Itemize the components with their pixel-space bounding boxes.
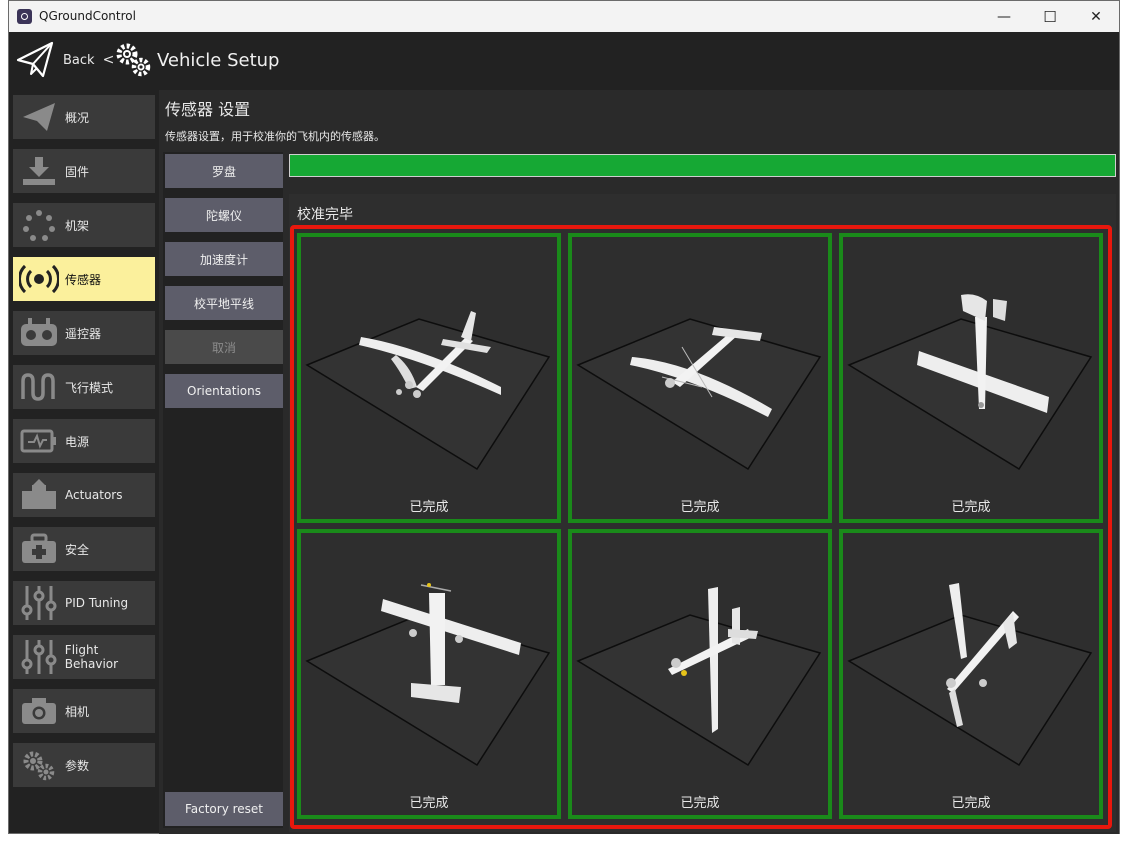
plane-right-side-image [847,583,1093,767]
sensor-subnav: 罗盘 陀螺仪 加速度计 校平地平线 取消 Orientations Factor… [163,152,283,828]
minimize-button[interactable]: — [981,1,1027,32]
app-window: QGroundControl — ☐ ✕ Back < Vehicle Setu… [8,0,1120,834]
back-button[interactable]: Back < [15,40,114,80]
sidebar-item-parameters[interactable]: 参数 [13,743,155,787]
gyro-button[interactable]: 陀螺仪 [165,198,283,232]
page-title: Vehicle Setup [157,50,280,71]
sidebar-item-label: 传感器 [65,272,102,287]
plane-left-side-image [576,587,822,767]
plane-nose-down-image [847,294,1093,471]
orientations-button[interactable]: Orientations [165,374,283,408]
orientation-status: 已完成 [951,500,991,515]
radio-icon [17,311,61,355]
medkit-icon [17,527,61,571]
sidebar-item-flight-behavior[interactable]: Flight Behavior [13,635,155,679]
download-icon [17,149,61,193]
orientation-status: 已完成 [951,796,991,811]
sidebar-item-label: 电源 [65,434,90,449]
wave-icon [17,365,61,409]
sidebar-item-label: 固件 [65,164,90,179]
camera-icon [17,689,61,733]
orientation-status: 已完成 [409,796,449,811]
sliders-icon [17,581,61,625]
sidebar-item-radio[interactable]: 遥控器 [13,311,155,355]
toolbar: Back < Vehicle Setup [9,32,1119,90]
orientation-cell-upside-down: 已完成 [568,233,832,523]
orientation-status: 已完成 [680,500,720,515]
compass-button[interactable]: 罗盘 [165,154,283,188]
sidebar-item-label: 相机 [65,704,90,719]
calibration-progress-bar [289,154,1116,177]
actuator-icon [17,473,61,517]
sidebar-item-label: 遥控器 [65,326,102,341]
sidebar-item-sensors[interactable]: 传感器 [13,257,155,301]
sidebar-item-pid-tuning[interactable]: PID Tuning [13,581,155,625]
maximize-button[interactable]: ☐ [1027,1,1073,32]
plane-icon [17,95,61,139]
title-bar: QGroundControl — ☐ ✕ [9,1,1119,32]
orientation-status: 已完成 [409,500,449,515]
factory-reset-button[interactable]: Factory reset [165,792,283,826]
sidebar-item-airframe[interactable]: 机架 [13,203,155,247]
sidebar-item-label: Actuators [65,488,123,502]
sidebar-item-summary[interactable]: 概况 [13,95,155,139]
sidebar-item-label: 概况 [65,110,90,125]
plane-nose-up-image [305,583,551,767]
sidebar-item-label: 参数 [65,758,90,773]
orientation-status: 已完成 [680,796,720,811]
plane-level-image [305,311,551,471]
orientation-cell-nose-down: 已完成 [839,233,1103,523]
orientation-cell-nose-up: 已完成 [297,529,561,819]
sidebar-item-power[interactable]: 电源 [13,419,155,463]
sensor-icon [17,257,61,301]
calibration-status-title: 校准完毕 [297,207,353,223]
orientation-cell-level: 已完成 [297,233,561,523]
sidebar-item-label: Flight Behavior [64,643,119,671]
sliders-icon [17,635,61,679]
orientation-cell-left-side: 已完成 [568,529,832,819]
sidebar-item-firmware[interactable]: 固件 [13,149,155,193]
cancel-button[interactable]: 取消 [165,330,283,364]
section-description: 传感器设置，用于校准你的飞机内的传感器。 [165,130,385,143]
sidebar-item-safety[interactable]: 安全 [13,527,155,571]
sidebar-item-label: 机架 [65,218,90,233]
calibration-panel: 校准完毕 已完成 已完成 已完成 已完成 已完成 已完成 [289,194,1116,832]
close-button[interactable]: ✕ [1073,1,1119,32]
sidebar-item-actuators[interactable]: Actuators [13,473,155,517]
accelerometer-button[interactable]: 加速度计 [165,242,283,276]
plane-upside-down-image [576,318,822,471]
sidebar-item-camera[interactable]: 相机 [13,689,155,733]
frame-dots-icon [17,203,61,247]
level-horizon-button[interactable]: 校平地平线 [165,286,283,320]
orientation-cell-right-side: 已完成 [839,529,1103,819]
sidebar-item-label: PID Tuning [65,596,129,610]
section-title: 传感器 设置 [165,100,251,119]
sidebar: 概况 固件 机架 传感器 遥控器 飞行模式 电源 Actuators 安全 PI… [9,90,159,834]
sidebar-item-label: 安全 [65,542,90,557]
battery-icon [17,419,61,463]
sidebar-item-label: 飞行模式 [65,380,114,395]
app-logo-icon [17,9,32,24]
back-label: Back [63,52,95,68]
gears-icon [116,43,151,77]
sensor-setup-panel: 传感器 设置 传感器设置，用于校准你的飞机内的传感器。 罗盘 陀螺仪 加速度计 … [159,90,1119,834]
gears-icon [17,743,61,787]
progress-fill [290,155,1115,176]
paper-plane-icon [16,41,54,78]
sidebar-item-flight-modes[interactable]: 飞行模式 [13,365,155,409]
window-title: QGroundControl [39,9,136,23]
